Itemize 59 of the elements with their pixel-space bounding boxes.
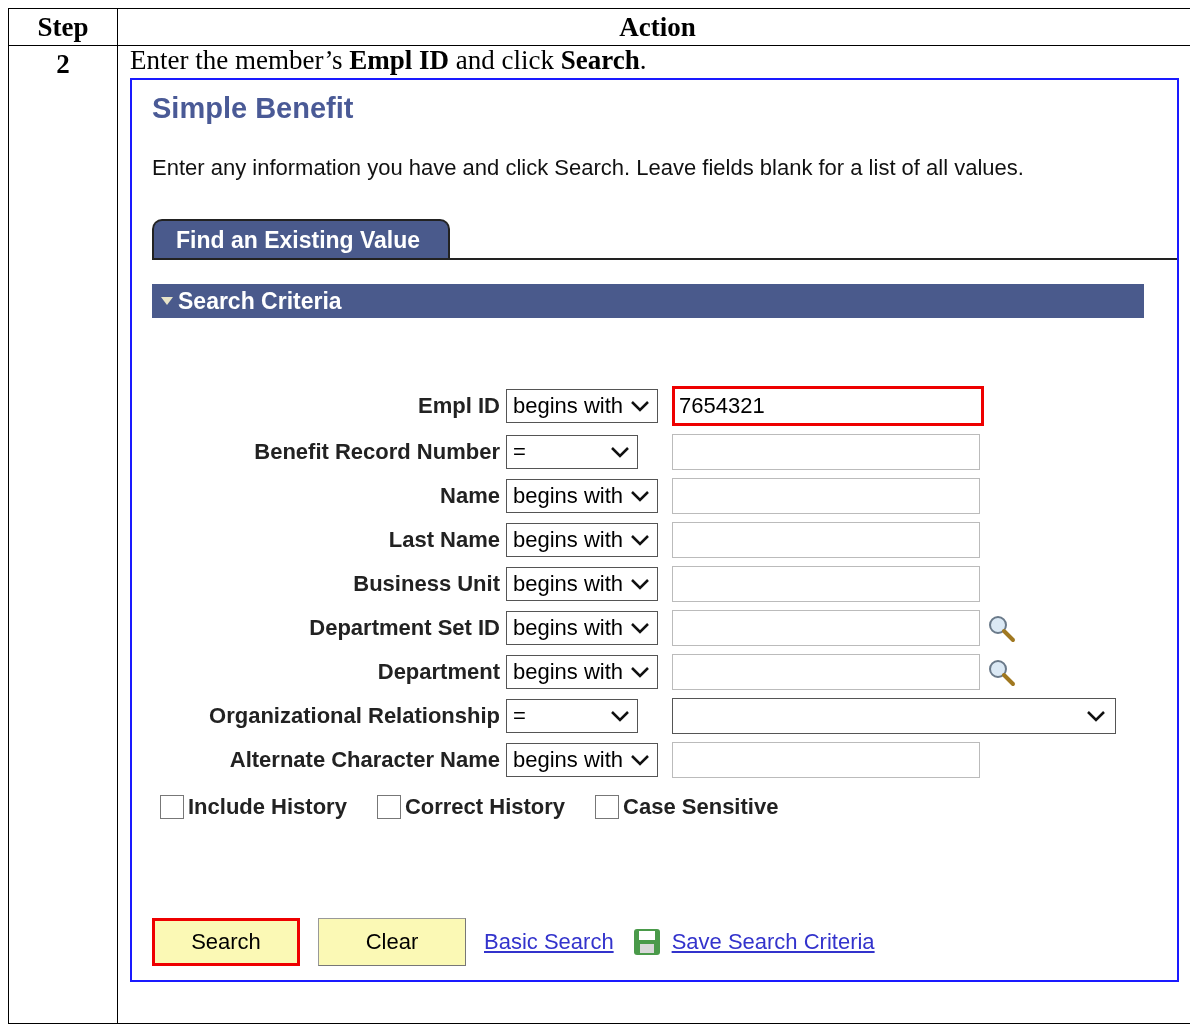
chevron-icon	[629, 399, 652, 413]
input-field[interactable]	[672, 610, 980, 646]
operator-dropdown[interactable]: begins with	[506, 479, 659, 513]
input-field[interactable]	[672, 654, 980, 690]
field-label: Department	[376, 659, 500, 685]
operator-dropdown[interactable]: begins with	[506, 655, 659, 689]
checkbox[interactable]	[376, 795, 401, 819]
input-field[interactable]	[672, 566, 980, 602]
input-field[interactable]	[672, 478, 980, 514]
section-title: Search Criteria	[178, 287, 342, 315]
checkbox-label: Case Sensitive	[623, 794, 779, 820]
field-label: Alternate Character Name	[228, 747, 500, 773]
action-button[interactable]: Search	[152, 918, 300, 966]
field-label: Name	[439, 483, 500, 509]
column-header: Step	[8, 8, 118, 46]
action-button[interactable]: Clear	[318, 918, 466, 966]
field-label: Benefit Record Number	[253, 439, 500, 465]
input-field[interactable]: 7654321	[672, 386, 984, 426]
field-label: Empl ID	[417, 393, 500, 419]
chevron-icon	[629, 665, 652, 679]
instruction-text: Enter the member’s Empl ID and click Search.	[130, 46, 648, 74]
field-label: Organizational Relationship	[208, 703, 500, 729]
page-title: Simple Benefit	[152, 92, 354, 125]
tab[interactable]: Find an Existing Value	[152, 219, 451, 258]
checkbox-label: Correct History	[404, 794, 566, 820]
operator-dropdown[interactable]: =	[506, 435, 638, 469]
field-label: Department Set ID	[308, 615, 500, 641]
triangle-icon	[160, 296, 174, 306]
chevron-icon	[629, 489, 652, 503]
field-label: Business Unit	[352, 571, 500, 597]
input-field[interactable]	[672, 522, 980, 558]
checkbox[interactable]	[595, 795, 620, 819]
step-number: 2	[55, 48, 71, 81]
section-header[interactable]: Search Criteria	[152, 284, 1144, 318]
operator-dropdown[interactable]: begins with	[506, 389, 659, 423]
operator-dropdown[interactable]: begins with	[506, 567, 659, 601]
link[interactable]: Basic Search	[484, 929, 614, 955]
chevron-icon	[629, 577, 652, 591]
input-field[interactable]	[672, 742, 980, 778]
link[interactable]: Save Search Criteria	[671, 929, 875, 955]
operator-dropdown[interactable]: begins with	[506, 523, 659, 557]
chevron-icon	[629, 753, 652, 767]
checkbox-label: Include History	[188, 794, 347, 820]
chevron-icon	[609, 445, 631, 459]
operator-dropdown[interactable]: =	[506, 699, 638, 733]
value-dropdown[interactable]	[672, 698, 1116, 734]
input-field[interactable]	[672, 434, 980, 470]
column-header: Action	[117, 8, 1190, 46]
operator-dropdown[interactable]: begins with	[506, 743, 659, 777]
chevron-icon	[1085, 709, 1107, 723]
checkbox[interactable]	[160, 795, 184, 819]
intro-text: Enter any information you have and click Search. Leave fields blank for a list of all values.	[152, 155, 1025, 181]
chevron-icon	[629, 533, 652, 547]
search-icon[interactable]	[986, 657, 1016, 687]
chevron-icon	[609, 709, 631, 723]
search-icon[interactable]	[986, 613, 1016, 643]
field-label: Last Name	[387, 527, 500, 553]
operator-dropdown[interactable]: begins with	[506, 611, 659, 645]
chevron-icon	[629, 621, 652, 635]
